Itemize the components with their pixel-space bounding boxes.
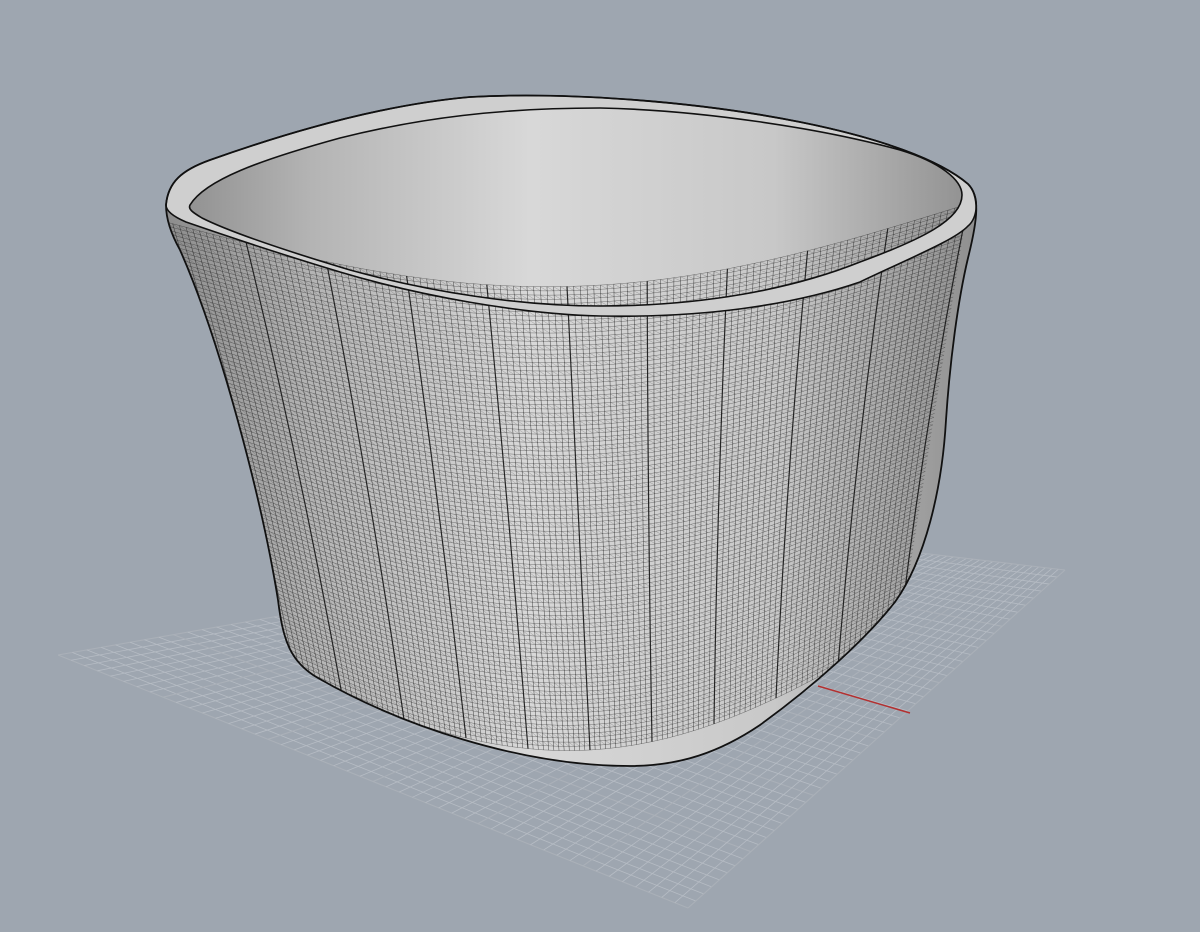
perspective-viewport[interactable]	[0, 0, 1200, 932]
viewport-canvas[interactable]	[0, 0, 1200, 932]
